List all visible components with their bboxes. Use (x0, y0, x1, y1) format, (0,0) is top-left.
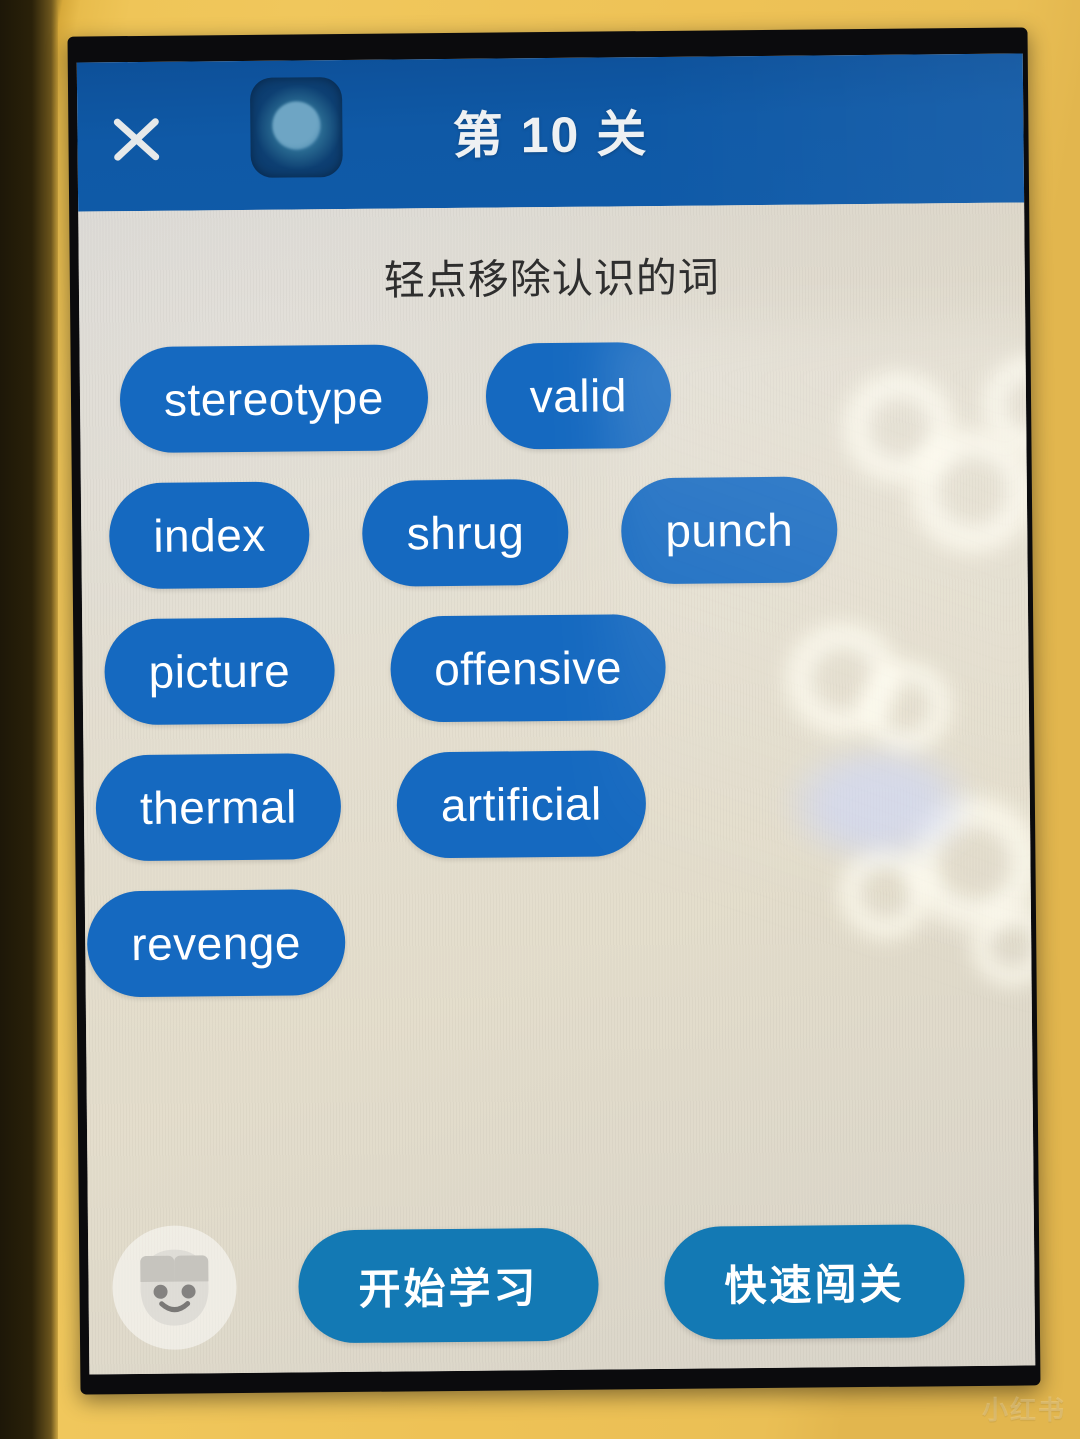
word-chip-offensive[interactable]: offensive (389, 613, 667, 723)
word-chip-valid[interactable]: valid (485, 341, 672, 450)
chip-row: stereotype valid (79, 338, 1026, 454)
word-chip-punch[interactable]: punch (620, 476, 838, 585)
mascot-button[interactable] (111, 1225, 238, 1351)
word-chip-index[interactable]: index (108, 481, 311, 590)
phone-screen: 第 10 关 轻点移除认识的词 stereotype valid index s… (76, 53, 1036, 1375)
phone-bezel: 第 10 关 轻点移除认识的词 stereotype valid index s… (67, 27, 1041, 1395)
photo-left-shadow (0, 0, 58, 1439)
photo-background: 第 10 关 轻点移除认识的词 stereotype valid index s… (0, 0, 1080, 1439)
chip-row: picture offensive (82, 610, 1029, 726)
word-chip-shrug[interactable]: shrug (362, 478, 569, 587)
quick-challenge-button[interactable]: 快速闯关 (663, 1223, 966, 1340)
app-bar: 第 10 关 (76, 53, 1025, 212)
robot-face-icon (128, 1241, 221, 1334)
content-area: 轻点移除认识的词 stereotype valid index shrug pu… (78, 202, 1036, 1375)
word-chip-picture[interactable]: picture (104, 617, 335, 726)
watermark: 小红书 (981, 1396, 1066, 1425)
word-chip-artificial[interactable]: artificial (396, 750, 647, 859)
chip-row: thermal artificial (83, 746, 1030, 862)
bottom-action-bar: 开始学习 快速闯关 (88, 1217, 1035, 1351)
word-chip-thermal[interactable]: thermal (95, 753, 342, 862)
start-study-button[interactable]: 开始学习 (297, 1227, 600, 1343)
chip-row: revenge (85, 882, 1032, 998)
word-chip-revenge[interactable]: revenge (86, 889, 346, 998)
page-title: 第 10 关 (452, 106, 649, 164)
word-chip-list: stereotype valid index shrug punch pictu… (79, 338, 1032, 998)
instruction-text: 轻点移除认识的词 (383, 254, 721, 304)
word-chip-stereotype[interactable]: stereotype (119, 344, 429, 454)
chip-row: index shrug punch (81, 474, 1028, 590)
